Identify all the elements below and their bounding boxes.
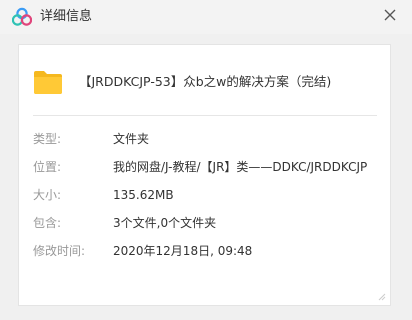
detail-value: 3个文件,0个文件夹 bbox=[113, 216, 217, 230]
detail-value: 135.62MB bbox=[113, 188, 174, 202]
detail-label: 大小: bbox=[33, 188, 62, 202]
cloud-logo-icon bbox=[12, 7, 32, 26]
title-bar: 详细信息 bbox=[0, 0, 412, 34]
resize-grip-icon[interactable] bbox=[378, 293, 386, 301]
detail-label: 修改时间: bbox=[33, 244, 86, 258]
detail-label: 包含: bbox=[33, 216, 62, 230]
detail-value: 2020年12月18日, 09:48 bbox=[113, 244, 253, 258]
detail-value: 文件夹 bbox=[113, 132, 150, 146]
detail-label: 类型: bbox=[33, 132, 62, 146]
detail-value[interactable]: 我的网盘/J-教程/【JR】类——DDKC/JRDDKCJP bbox=[113, 159, 367, 175]
window-title: 详细信息 bbox=[40, 9, 93, 24]
folder-icon bbox=[34, 71, 62, 94]
detail-label: 位置: bbox=[33, 160, 62, 174]
close-icon[interactable] bbox=[380, 5, 400, 25]
details-panel: 【JRDDKCJP-53】众b之w的解决方案（完结) 类型: 文件夹 位置: 我… bbox=[18, 44, 391, 306]
file-name: 【JRDDKCJP-53】众b之w的解决方案（完结) bbox=[79, 74, 332, 89]
divider bbox=[33, 115, 377, 116]
